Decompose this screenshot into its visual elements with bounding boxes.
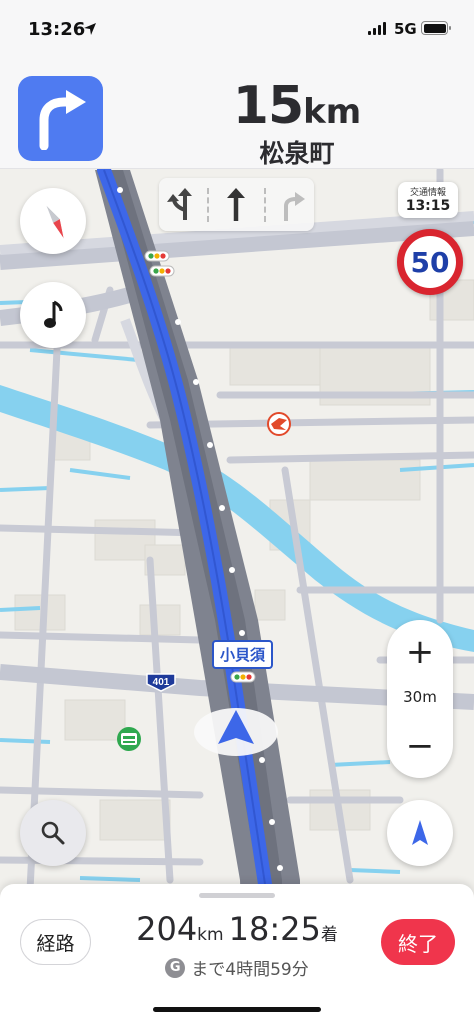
compass-icon <box>45 204 65 240</box>
traffic-info-badge[interactable]: 交通情報 13:15 <box>398 182 458 218</box>
speed-limit-sign: 50 <box>397 229 463 295</box>
music-button[interactable] <box>20 282 86 348</box>
lane-divider <box>207 187 210 222</box>
poi-brand-icon[interactable] <box>267 412 291 436</box>
network-type: 5G <box>394 20 417 38</box>
compass-button[interactable] <box>20 188 86 254</box>
zoom-out-button[interactable]: − <box>387 718 453 774</box>
remaining-distance-unit: km <box>197 925 224 945</box>
zoom-scale-label: 30m <box>403 688 437 706</box>
locate-me-icon <box>412 820 428 845</box>
lane-right-icon <box>283 191 305 221</box>
zoom-in-button[interactable]: + <box>387 624 453 680</box>
search-button[interactable] <box>20 800 86 866</box>
speed-limit-value: 50 <box>410 245 450 279</box>
g-badge-icon: G <box>165 957 186 978</box>
location-arrow-icon <box>84 23 96 35</box>
place-label[interactable]: 小貝須 <box>212 640 274 669</box>
remaining-time-text: まで4時間59分 <box>191 960 309 980</box>
traffic-info-label: 交通情報 <box>409 188 446 198</box>
maneuver-distance: 15km <box>0 76 474 136</box>
navigation-banner: 15km 松泉町 <box>0 62 474 169</box>
cellular-signal-icon <box>368 22 386 35</box>
battery-icon <box>421 21 451 35</box>
search-icon <box>41 821 65 845</box>
maneuver-street-name: 松泉町 <box>259 139 335 168</box>
status-bar: 13:26 5G <box>0 0 474 62</box>
status-time: 13:26 <box>28 19 86 40</box>
home-indicator[interactable] <box>153 1007 321 1012</box>
traffic-info-time: 13:15 <box>405 198 451 214</box>
maneuver-distance-unit: km <box>303 92 362 132</box>
poi-station-icon[interactable] <box>117 727 141 751</box>
route-number-shield: 401 <box>146 673 176 692</box>
trip-summary-panel: 経路 204km 18:25着 G まで4時間59分 終了 <box>0 884 474 1024</box>
arrival-suffix: 着 <box>320 925 338 945</box>
remaining-distance-value: 204 <box>136 910 198 948</box>
navigation-screen: 13:26 5G 15km 松泉町 交通情報 13:15 50 小貝須 401 … <box>0 0 474 1024</box>
zoom-control: + 30m − <box>387 620 453 778</box>
lane-divider <box>263 187 266 222</box>
music-note-icon <box>44 300 63 328</box>
end-navigation-button[interactable]: 終了 <box>381 919 455 965</box>
lane-left-straight-icon <box>167 187 193 220</box>
maneuver-distance-value: 15 <box>232 76 304 136</box>
locate-me-button[interactable] <box>387 800 453 866</box>
route-number-text: 401 <box>153 677 170 688</box>
lane-guidance <box>159 178 314 231</box>
arrival-time: 18:25 <box>228 910 321 948</box>
lane-straight-icon <box>227 187 246 221</box>
panel-grabber[interactable] <box>199 893 275 898</box>
current-position-icon <box>194 708 278 756</box>
